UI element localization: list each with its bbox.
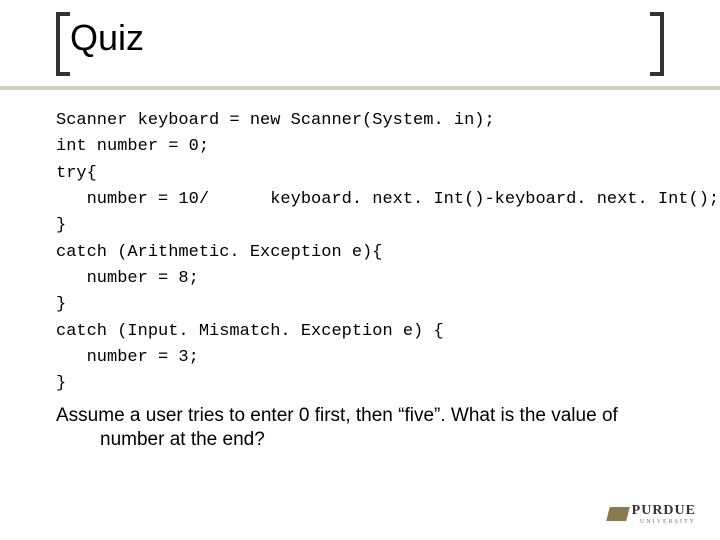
code-line: } [56,374,66,393]
code-line: catch (Input. Mismatch. Exception e) { [56,322,444,341]
slide-content: Scanner keyboard = new Scanner(System. i… [56,108,676,453]
divider [0,86,720,90]
title-container: Quiz [56,8,664,76]
purdue-logo: PURDUE UNIVERSITY [608,504,696,525]
code-line: catch (Arithmetic. Exception e){ [56,243,382,262]
brand-sub: UNIVERSITY [632,519,696,525]
code-line: number = 8; [56,269,199,288]
purdue-mark-icon [606,507,629,521]
logo-text-wrap: PURDUE UNIVERSITY [632,504,696,525]
bracket-left-icon [56,12,70,76]
code-line: Scanner keyboard = new Scanner(System. i… [56,111,495,130]
code-block: Scanner keyboard = new Scanner(System. i… [56,108,676,398]
slide: Quiz Scanner keyboard = new Scanner(Syst… [0,0,720,540]
brand-name: PURDUE [632,504,696,518]
question-line: Assume a user tries to enter 0 first, th… [56,405,618,426]
code-line: } [56,216,66,235]
code-line: try{ [56,164,97,183]
question-text: Assume a user tries to enter 0 first, th… [56,404,676,453]
footer: PURDUE UNIVERSITY [608,504,696,527]
code-line: number = 3; [56,348,199,367]
code-line: int number = 0; [56,137,209,156]
code-line: number = 10/ keyboard. next. Int()-keybo… [56,190,719,209]
bracket-right-icon [650,12,664,76]
slide-title: Quiz [70,14,650,58]
question-line: number at the end? [56,428,676,453]
code-line: } [56,295,66,314]
